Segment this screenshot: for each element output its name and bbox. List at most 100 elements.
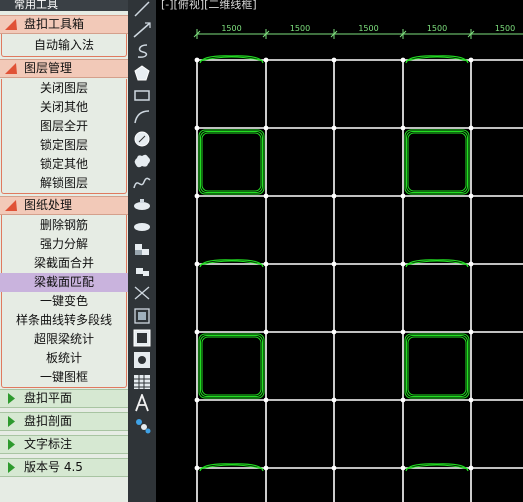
expand-arrow-icon	[8, 462, 15, 473]
group-label: 图纸处理	[24, 198, 73, 212]
highlight-frame	[407, 336, 467, 396]
grid-node	[331, 261, 337, 267]
collapse-arrow-icon	[5, 200, 17, 211]
dimension-label: 1500	[221, 24, 241, 33]
highlight-frame	[201, 132, 262, 192]
table-icon[interactable]	[131, 329, 153, 347]
polygon-icon[interactable]	[131, 64, 153, 82]
grid-node	[331, 193, 337, 199]
line-tool-icon[interactable]	[131, 0, 153, 18]
group-header-layer[interactable]: 图层管理	[0, 59, 128, 78]
highlight-frame	[404, 129, 470, 195]
dimension-label: 1500	[358, 24, 378, 33]
menu-item-auto-input[interactable]: 自动输入法	[0, 36, 128, 55]
grid-node	[194, 57, 200, 63]
ellipse-icon[interactable]	[131, 196, 153, 214]
grid-node	[194, 329, 200, 335]
group-label: 盘扣平面	[24, 391, 73, 405]
dimension-label: 1500	[495, 24, 515, 33]
highlight-frame	[404, 333, 470, 399]
grid-node	[468, 57, 474, 63]
menu-item-open-all-layers[interactable]: 图层全开	[0, 117, 128, 136]
point-icon[interactable]	[131, 262, 153, 280]
group-label: 盘扣工具箱	[24, 17, 85, 31]
menu-item-force-explode[interactable]: 强力分解	[0, 235, 128, 254]
highlight-frame	[406, 131, 468, 193]
menu-item-oversize-beam-stats[interactable]: 超限梁统计	[0, 330, 128, 349]
polyline-icon[interactable]	[131, 42, 153, 60]
menu-item-close-layer[interactable]: 关闭图层	[0, 79, 128, 98]
cad-drawing: 1500 1500 1500 1500 1500	[193, 24, 523, 502]
group-header-version[interactable]: 版本号 4.5	[0, 458, 128, 477]
revision-cloud-icon[interactable]	[131, 152, 153, 170]
grid-node	[263, 57, 269, 63]
make-block-icon[interactable]	[131, 240, 153, 258]
collapse-arrow-icon	[5, 63, 17, 74]
group-header-plan[interactable]: 盘扣平面	[0, 389, 128, 408]
group-header-text-annotation[interactable]: 文字标注	[0, 435, 128, 454]
group-label: 版本号 4.5	[24, 460, 83, 474]
tool-palette: 常用工具 盘扣工具箱 自动输入法 图层管理 关闭图层 关闭其他 图层全开 锁定图…	[0, 0, 128, 502]
grid-node	[263, 465, 269, 471]
insert-block-icon[interactable]	[131, 218, 153, 236]
grid-node	[400, 329, 406, 335]
grid-node	[400, 261, 406, 267]
grid-node	[331, 329, 337, 335]
text-icon[interactable]	[131, 394, 153, 412]
menu-item-lock-others[interactable]: 锁定其他	[0, 155, 128, 174]
menu-item-one-key-frame[interactable]: 一键图框	[0, 368, 128, 387]
highlight-frame	[200, 131, 263, 193]
grid-table-icon[interactable]	[131, 373, 153, 391]
grid-node	[194, 397, 200, 403]
dimension-label: 1500	[427, 24, 447, 33]
group-header-drawing[interactable]: 图纸处理	[0, 196, 128, 215]
grid-node	[468, 125, 474, 131]
group-header-section[interactable]: 盘扣剖面	[0, 412, 128, 431]
menu-item-beam-section-match[interactable]: 梁截面匹配	[0, 273, 128, 292]
rectangle-icon[interactable]	[131, 86, 153, 104]
highlight-frame	[406, 335, 468, 397]
menu-item-spline-to-polyline[interactable]: 样条曲线转多段线	[0, 311, 128, 330]
highlight-frame	[198, 129, 265, 195]
expand-arrow-icon	[8, 439, 15, 450]
arc-icon[interactable]	[131, 108, 153, 126]
grid-node	[468, 329, 474, 335]
menu-item-slab-stats[interactable]: 板统计	[0, 349, 128, 368]
grid-node	[400, 193, 406, 199]
draw-toolbar	[128, 0, 156, 502]
grid-node	[194, 465, 200, 471]
grid-node	[468, 465, 474, 471]
grid-node	[400, 57, 406, 63]
column-grid	[196, 59, 523, 502]
highlight-frame	[407, 132, 467, 192]
gradient-icon[interactable]	[131, 351, 153, 369]
highlight-frame	[198, 333, 265, 399]
drawing-canvas[interactable]: [-][俯视][二维线框] 1500 1500 1500 1500 1500	[156, 0, 523, 502]
grid-node	[194, 193, 200, 199]
spline-icon[interactable]	[131, 174, 153, 192]
add-selected-icon[interactable]	[131, 416, 153, 434]
menu-item-lock-layer[interactable]: 锁定图层	[0, 136, 128, 155]
construction-line-icon[interactable]	[131, 21, 153, 39]
menu-item-unlock-layer[interactable]: 解锁图层	[0, 174, 128, 193]
collapse-arrow-icon	[5, 19, 17, 30]
grid-node	[400, 465, 406, 471]
menu-item-one-key-recolor[interactable]: 一键变色	[0, 292, 128, 311]
grid-node	[468, 193, 474, 199]
expand-arrow-icon	[8, 393, 15, 404]
circle-icon[interactable]	[131, 130, 153, 148]
grid-node	[331, 465, 337, 471]
grid-node	[331, 125, 337, 131]
group-label: 文字标注	[24, 437, 73, 451]
group-header-toolbox[interactable]: 盘扣工具箱	[0, 15, 128, 34]
dimension-label: 1500	[290, 24, 310, 33]
menu-item-close-others[interactable]: 关闭其他	[0, 98, 128, 117]
grid-node	[263, 397, 269, 403]
menu-item-beam-section-merge[interactable]: 梁截面合并	[0, 254, 128, 273]
region-icon[interactable]	[131, 307, 153, 325]
group-label: 盘扣剖面	[24, 414, 73, 428]
grid-node	[263, 329, 269, 335]
menu-item-delete-rebar[interactable]: 删除钢筋	[0, 216, 128, 235]
hatch-icon[interactable]	[131, 284, 153, 302]
grid-node	[400, 397, 406, 403]
